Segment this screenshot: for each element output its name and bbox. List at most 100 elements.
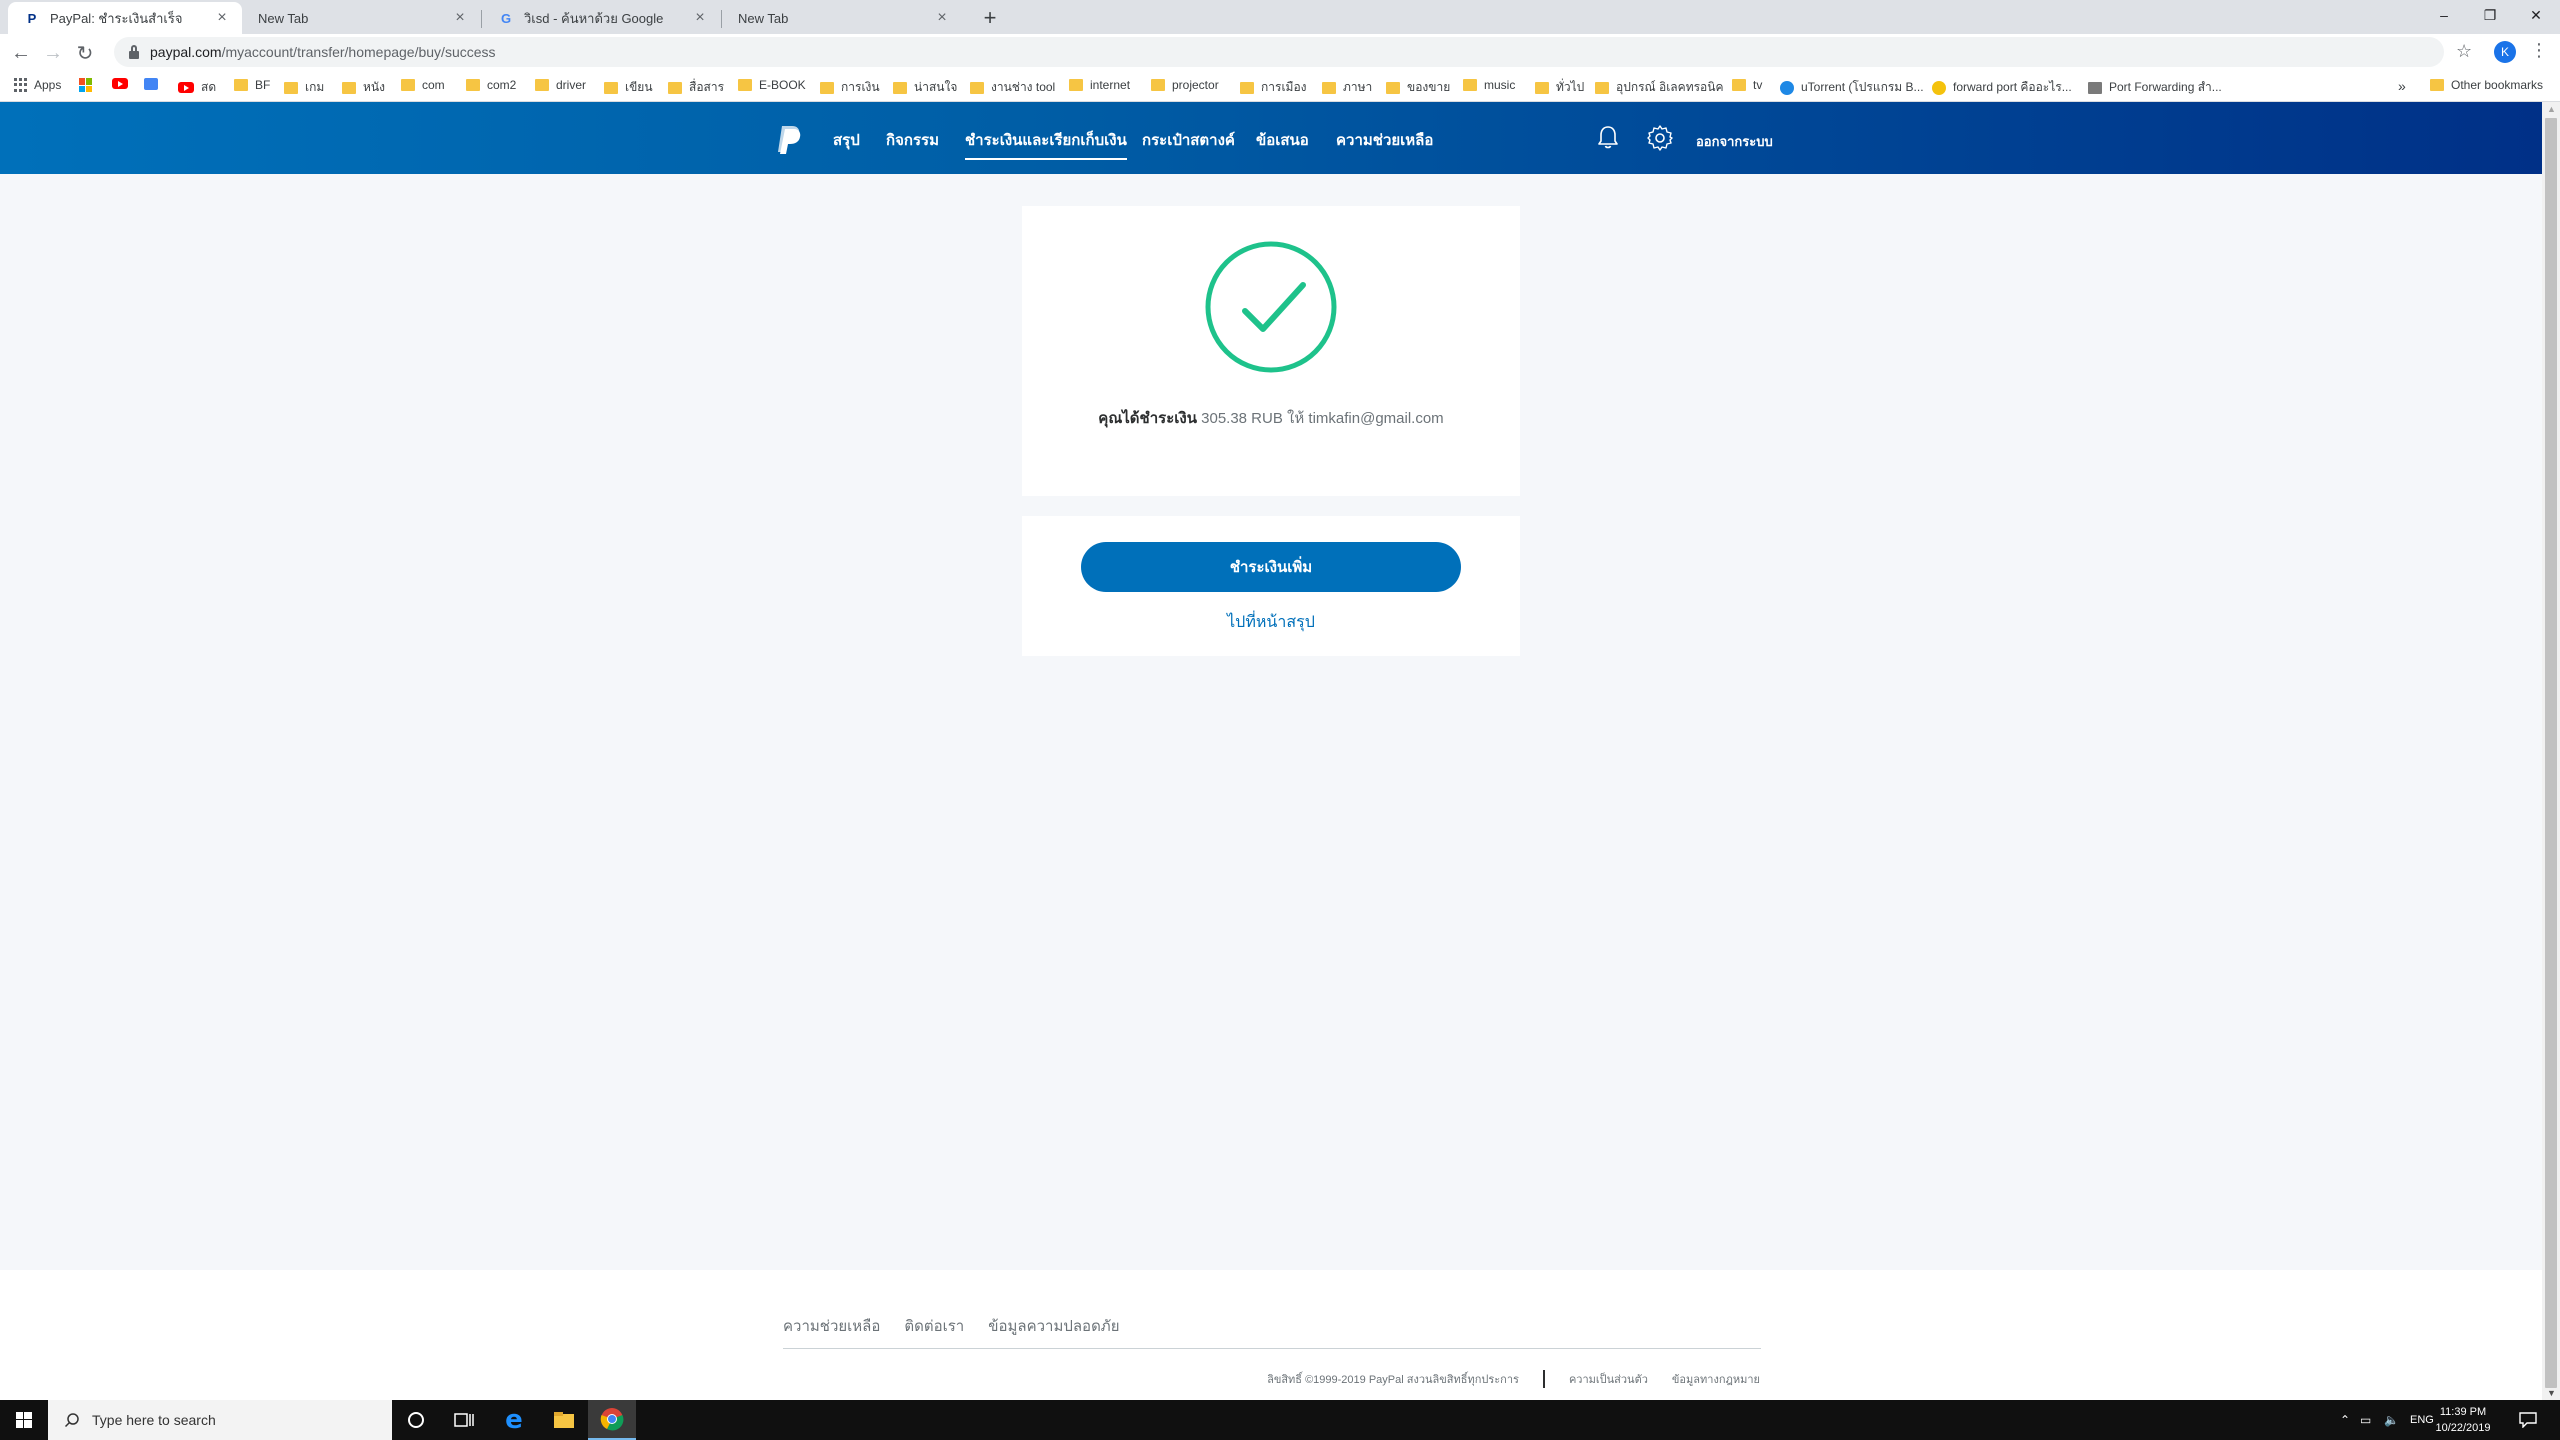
- notification-bell-icon[interactable]: [1596, 124, 1620, 150]
- bookmark-folder[interactable]: เขียน: [604, 78, 653, 97]
- action-center-button[interactable]: [2508, 1400, 2548, 1440]
- bookmark-youtube[interactable]: [112, 78, 128, 89]
- scrollbar-thumb[interactable]: [2545, 118, 2557, 1388]
- bookmark-star-icon[interactable]: ☆: [2456, 41, 2472, 62]
- success-card: คุณได้ชำระเงิน 305.38 RUB ให้ timkafin@g…: [1022, 206, 1520, 496]
- footer-link-privacy[interactable]: ความเป็นส่วนตัว: [1569, 1370, 1648, 1388]
- pay-more-button[interactable]: ชำระเงินเพิ่ม: [1081, 542, 1461, 592]
- tab-close-icon[interactable]: ×: [452, 9, 468, 27]
- tab-close-icon[interactable]: ×: [934, 9, 950, 27]
- taskbar-clock[interactable]: 11:39 PM 10/22/2019: [2432, 1404, 2494, 1436]
- nav-wallet[interactable]: กระเป๋าสตางค์: [1142, 128, 1235, 152]
- go-to-summary-link[interactable]: ไปที่หน้าสรุป: [1022, 610, 1520, 635]
- bookmark-folder[interactable]: การเงิน: [820, 78, 880, 97]
- footer-link-contact[interactable]: ติดต่อเรา: [904, 1314, 964, 1338]
- folder-icon: [1463, 79, 1477, 91]
- minimize-button[interactable]: –: [2420, 0, 2468, 30]
- address-bar[interactable]: paypal.com/myaccount/transfer/homepage/b…: [114, 37, 2444, 67]
- folder-icon: [1386, 81, 1400, 94]
- chrome-menu-icon[interactable]: ⋮: [2530, 40, 2548, 61]
- reload-button[interactable]: ↻: [72, 40, 98, 66]
- nav-help[interactable]: ความช่วยเหลือ: [1336, 128, 1433, 152]
- bookmark-folder[interactable]: ทั่วไป: [1535, 78, 1584, 97]
- bookmark-folder[interactable]: com: [401, 78, 445, 92]
- logout-link[interactable]: ออกจากระบบ: [1696, 131, 1773, 152]
- footer-link-help[interactable]: ความช่วยเหลือ: [783, 1314, 880, 1338]
- paypal-logo-icon[interactable]: [776, 124, 802, 154]
- restore-button[interactable]: ❐: [2466, 0, 2514, 30]
- bookmark-folder[interactable]: อุปกรณ์ อิเลคทรอนิค: [1595, 78, 1723, 97]
- bookmark-apps[interactable]: Apps: [14, 78, 61, 92]
- tab-new-tab-1[interactable]: New Tab ×: [242, 2, 480, 34]
- nav-send-request[interactable]: ชำระเงินและเรียกเก็บเงิน: [965, 128, 1127, 160]
- bookmark-label: tv: [1753, 78, 1763, 92]
- edge-taskbar-button[interactable]: e: [490, 1400, 538, 1440]
- new-tab-button[interactable]: +: [976, 4, 1004, 32]
- scroll-down-arrow-icon[interactable]: ▼: [2547, 1388, 2556, 1398]
- bookmark-folder[interactable]: น่าสนใจ: [893, 78, 957, 97]
- bookmark-folder[interactable]: งานช่าง tool: [970, 78, 1055, 97]
- bookmark-utorrent[interactable]: uTorrent (โปรแกรม B...: [1780, 78, 1924, 97]
- bookmark-folder[interactable]: com2: [466, 78, 516, 92]
- bookmark-folder[interactable]: music: [1463, 78, 1515, 92]
- tray-overflow-chevron-icon[interactable]: ⌃: [2340, 1400, 2350, 1440]
- bookmark-folder[interactable]: driver: [535, 78, 586, 92]
- nav-offers[interactable]: ข้อเสนอ: [1256, 128, 1309, 152]
- tab-google-search[interactable]: G วิเsd - ค้นหาด้วย Google ×: [482, 2, 720, 34]
- profile-avatar[interactable]: K: [2494, 41, 2516, 63]
- forward-button[interactable]: →: [40, 40, 66, 66]
- tab-new-tab-2[interactable]: New Tab ×: [722, 2, 962, 34]
- bookmark-other[interactable]: Other bookmarks: [2430, 78, 2543, 92]
- bookmark-folder[interactable]: หนัง: [342, 78, 385, 97]
- page-scrollbar[interactable]: ▲ ▼: [2542, 102, 2560, 1400]
- network-icon[interactable]: ▭: [2360, 1400, 2371, 1440]
- scroll-up-arrow-icon[interactable]: ▲: [2547, 104, 2556, 114]
- bookmark-label: driver: [556, 78, 587, 92]
- folder-icon: [1151, 79, 1165, 91]
- bookmark-port-forwarding[interactable]: Port Forwarding สำ...: [2088, 78, 2222, 97]
- task-view-button[interactable]: [440, 1400, 488, 1440]
- bookmark-folder[interactable]: tv: [1732, 78, 1762, 92]
- bookmark-folder[interactable]: ของขาย: [1386, 78, 1450, 97]
- settings-gear-icon[interactable]: [1646, 124, 1674, 152]
- url-path: /myaccount/transfer/homepage/buy/success: [221, 44, 496, 60]
- windows-start-button[interactable]: [0, 1400, 48, 1440]
- volume-icon[interactable]: 🔈: [2384, 1400, 2399, 1440]
- emoji-icon: [1932, 80, 1946, 95]
- nav-activity[interactable]: กิจกรรม: [886, 128, 939, 152]
- language-indicator[interactable]: ENG: [2410, 1400, 2434, 1440]
- nav-summary[interactable]: สรุป: [833, 128, 860, 152]
- bookmark-folder[interactable]: การเมือง: [1240, 78, 1307, 97]
- apps-grid-icon: [14, 78, 28, 92]
- notification-icon: [2519, 1412, 2537, 1428]
- bookmark-folder[interactable]: สื่อสาร: [668, 78, 724, 97]
- folder-icon: [1322, 81, 1336, 94]
- tab-paypal[interactable]: P PayPal: ชำระเงินสำเร็จ ×: [8, 2, 242, 34]
- taskbar-search-box[interactable]: Type here to search: [48, 1400, 392, 1440]
- folder-icon: [738, 79, 752, 91]
- bookmark-live[interactable]: สด: [178, 78, 216, 97]
- bookmark-label: เขียน: [625, 80, 653, 94]
- bookmark-label: การเมือง: [1261, 80, 1307, 94]
- tab-close-icon[interactable]: ×: [214, 9, 230, 27]
- bookmark-translate[interactable]: [144, 78, 165, 90]
- bookmarks-overflow-chevron-icon[interactable]: »: [2398, 78, 2406, 94]
- footer-link-security[interactable]: ข้อมูลความปลอดภัย: [988, 1314, 1119, 1338]
- bookmark-forward-port[interactable]: forward port คืออะไร...: [1932, 78, 2072, 97]
- file-explorer-button[interactable]: [540, 1400, 588, 1440]
- bookmark-folder[interactable]: BF: [234, 78, 270, 92]
- chrome-taskbar-button[interactable]: [588, 1400, 636, 1440]
- bookmark-label: สด: [201, 80, 217, 94]
- bookmark-microsoft[interactable]: [79, 78, 101, 92]
- bookmark-folder[interactable]: E-BOOK: [738, 78, 806, 92]
- browser-toolbar: ← → ↻ paypal.com/myaccount/transfer/home…: [0, 34, 2560, 70]
- bookmark-folder[interactable]: ภาษา: [1322, 78, 1372, 97]
- cortana-button[interactable]: [392, 1400, 440, 1440]
- footer-link-legal[interactable]: ข้อมูลทางกฎหมาย: [1672, 1370, 1760, 1388]
- close-window-button[interactable]: ✕: [2512, 0, 2560, 30]
- bookmark-folder[interactable]: internet: [1069, 78, 1130, 92]
- bookmark-folder[interactable]: projector: [1151, 78, 1219, 92]
- bookmark-folder[interactable]: เกม: [284, 78, 324, 97]
- tab-close-icon[interactable]: ×: [692, 9, 708, 27]
- back-button[interactable]: ←: [8, 40, 34, 66]
